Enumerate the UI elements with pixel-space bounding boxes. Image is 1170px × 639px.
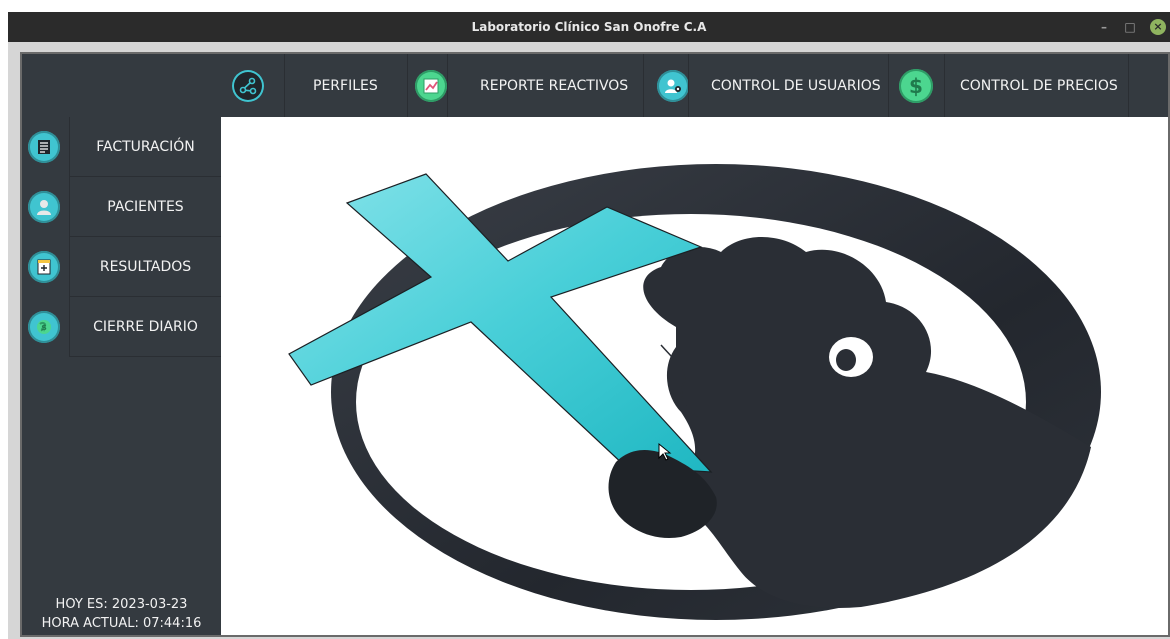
sidebar-item-resultados[interactable]: RESULTADOS [22,237,221,297]
close-button[interactable]: × [1150,19,1166,35]
window-title: Laboratorio Clínico San Onofre C.A [471,20,707,34]
nav-divider [888,54,889,117]
nav-divider [643,54,644,117]
dollar-icon: $ [899,68,933,103]
nav-perfiles[interactable]: PERFILES [232,54,378,117]
user-settings-icon [657,69,689,102]
window-titlebar: Laboratorio Clínico San Onofre C.A – □ × [8,12,1170,42]
sidebar-item-label: FACTURACIÓN [69,117,221,177]
nav-perfiles-label: PERFILES [313,77,378,94]
current-date: HOY ES: 2023-03-23 [55,597,188,612]
nav-divider [407,54,408,117]
nav-divider [688,54,689,117]
sidebar-item-label: PACIENTES [69,177,221,237]
share-nodes-icon [232,69,264,102]
main-content [221,117,1168,635]
nav-control-usuarios[interactable]: CONTROL DE USUARIOS [657,54,881,117]
chart-report-icon [415,69,447,102]
nav-divider [447,54,448,117]
minimize-button[interactable]: – [1098,20,1110,34]
patient-icon [28,191,60,223]
nav-reporte-reactivos-label: REPORTE REACTIVOS [480,77,629,94]
nav-divider [944,54,945,117]
invoice-icon [28,131,60,163]
nav-control-precios[interactable]: $ CONTROL DE PRECIOS [899,54,1118,117]
current-time: HORA ACTUAL: 07:44:16 [41,616,202,631]
results-icon [28,251,60,283]
svg-text:$: $ [41,323,47,332]
nav-control-usuarios-label: CONTROL DE USUARIOS [711,77,881,94]
sidebar-item-label: RESULTADOS [69,237,221,297]
sidebar-item-facturacion[interactable]: FACTURACIÓN [22,117,221,177]
daily-close-icon: $ [28,311,60,343]
maximize-button[interactable]: □ [1124,20,1136,34]
sidebar-item-label: CIERRE DIARIO [69,297,221,357]
top-navigation: PERFILES REPORTE REACTIVOS CONTROL DE US… [22,54,1168,117]
logo-ear-detail [836,349,856,371]
sidebar-item-cierre-diario[interactable]: $ CIERRE DIARIO [22,297,221,357]
sidebar: FACTURACIÓN PACIENTES RESULTADOS $ CIERR… [22,117,221,635]
nav-control-precios-label: CONTROL DE PRECIOS [960,77,1118,94]
nav-divider [284,54,285,117]
clinic-logo [288,164,1101,620]
date-time-info: HOY ES: 2023-03-23 HORA ACTUAL: 07:44:16 [22,595,221,633]
nav-divider [1128,54,1129,117]
window-controls: – □ × [1098,12,1166,42]
sidebar-item-pacientes[interactable]: PACIENTES [22,177,221,237]
